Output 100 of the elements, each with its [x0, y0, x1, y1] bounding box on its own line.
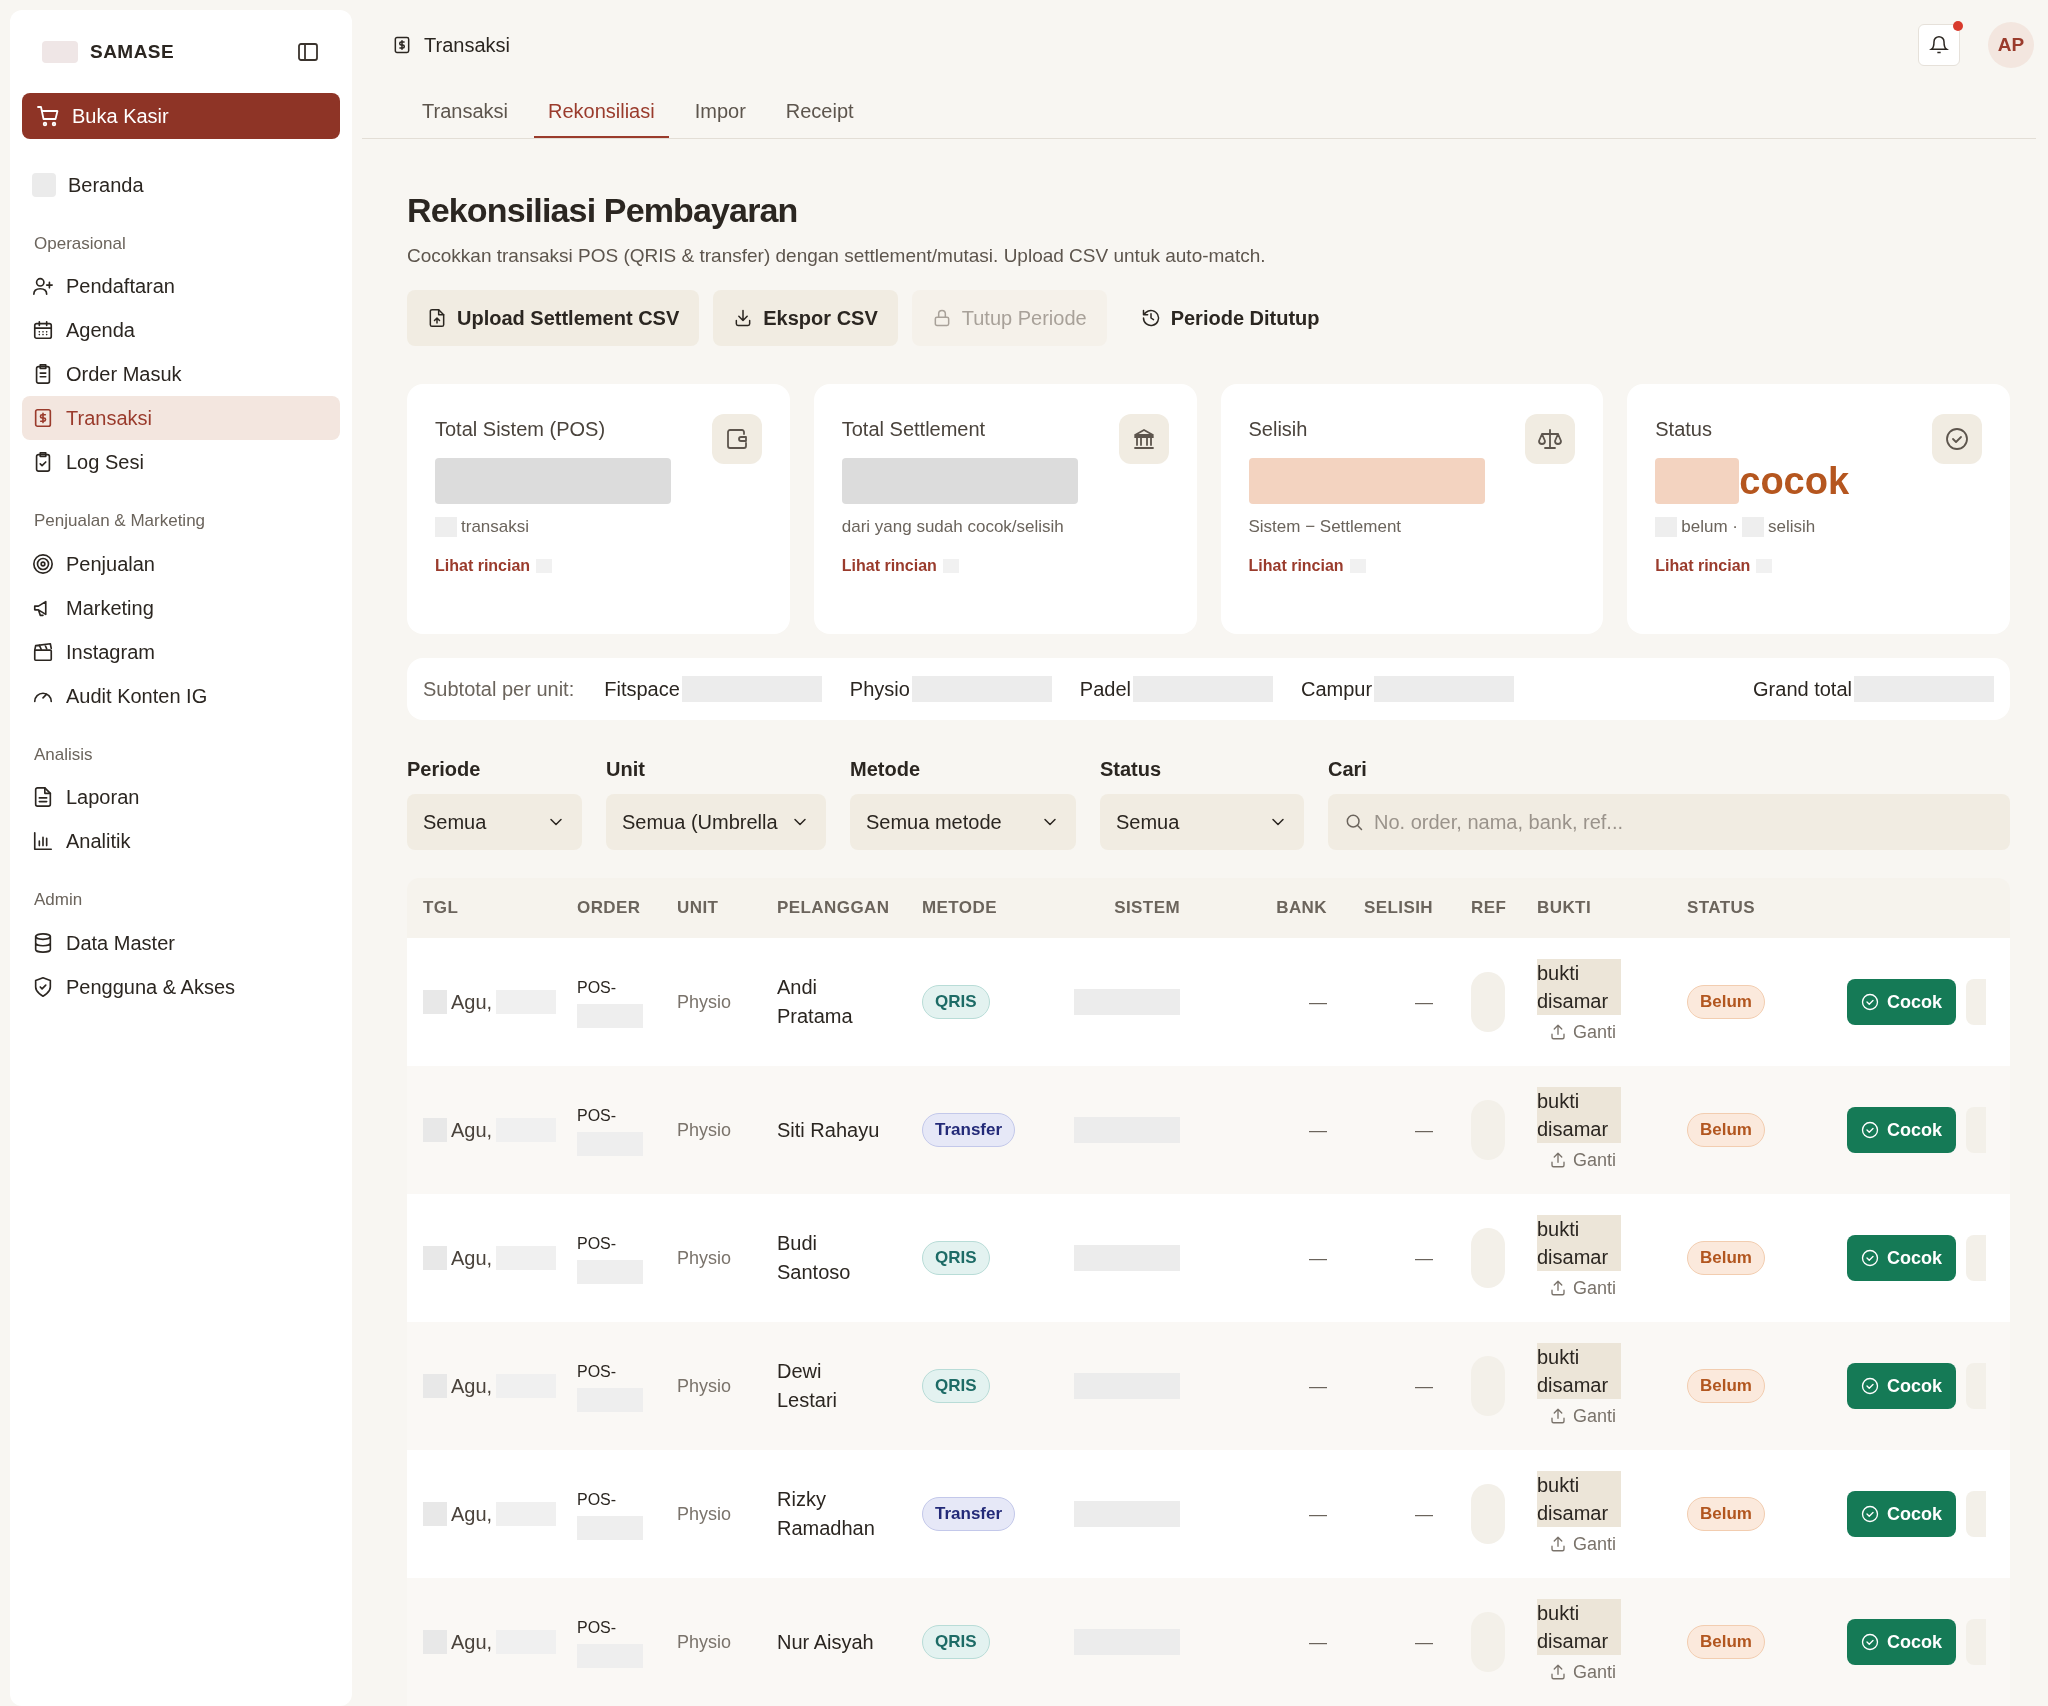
sidebar-item[interactable]: Penjualan	[22, 541, 340, 586]
check-circle-icon	[1861, 1633, 1879, 1651]
unit-label: Padel	[1079, 677, 1131, 702]
tab[interactable]: Rekonsiliasi	[533, 85, 669, 138]
replace-button[interactable]: Ganti	[1537, 1658, 1617, 1686]
open-cashier-button[interactable]: Buka Kasir	[22, 92, 340, 139]
bell-icon	[1929, 34, 1949, 55]
table-row[interactable]: Agu, POS- Physio Andi Pratama QRIS — — bukti disamar Ganti Belum Cocok	[407, 938, 2010, 1066]
replace-button[interactable]: Ganti	[1537, 1402, 1617, 1430]
unit-label: Campur	[1301, 677, 1373, 702]
sidebar-item[interactable]: Beranda	[22, 162, 340, 207]
section-heading: Analisis	[33, 743, 94, 766]
action-button[interactable]: Periode Ditutup	[1120, 290, 1340, 346]
sidebar-item[interactable]: Marketing	[22, 585, 340, 630]
difference-cell-text: —	[1414, 990, 1434, 1014]
tab[interactable]: Transaksi	[408, 85, 522, 138]
sidebar-item[interactable]: Log Sesi	[22, 440, 340, 484]
method-badge: QRIS	[922, 985, 990, 1019]
card-title: Total Sistem (POS)	[435, 417, 606, 442]
broken-image-placeholder: bukti disamar	[1537, 1598, 1621, 1655]
filter-dropdown[interactable]: Semua metode	[850, 794, 1076, 850]
unit-cell-text: Physio	[677, 990, 733, 1014]
details-link[interactable]: Lihat rincian	[841, 553, 937, 578]
sidebar-item[interactable]: Order Masuk	[22, 352, 340, 396]
filter-dropdown[interactable]: Semua	[1100, 794, 1304, 850]
card-caption: selisih	[1767, 516, 1816, 538]
bank-icon	[1131, 427, 1156, 451]
sidebar-item[interactable]: Laporan	[22, 775, 340, 819]
method-badge: QRIS	[922, 1241, 990, 1275]
match-button[interactable]: Cocok	[1847, 1107, 1956, 1153]
filter-label: Unit	[606, 757, 646, 782]
method-badge: QRIS	[922, 1625, 990, 1659]
difference-cell-text: —	[1414, 1246, 1434, 1270]
match-button[interactable]: Cocok	[1847, 1235, 1956, 1281]
sidebar-item[interactable]: Agenda	[22, 308, 340, 352]
filter-dropdown[interactable]: Semua	[407, 794, 582, 850]
upload-icon	[1549, 1279, 1567, 1297]
unit-cell-text: Physio	[677, 1374, 733, 1398]
table-row[interactable]: Agu, POS- Physio Budi Santoso QRIS — — bukti disamar Ganti Belum Cocok	[407, 1194, 2010, 1322]
upload-icon	[1549, 1151, 1567, 1169]
notification-button[interactable]	[1918, 23, 1960, 66]
card-title: Total Settlement	[841, 417, 986, 442]
sidebar-item[interactable]: Pengguna & Akses	[22, 964, 340, 1009]
table-row[interactable]: Agu, POS- Physio Rizky Ramadhan Transfer — — bukti disamar Ganti Belum Cocok	[407, 1450, 2010, 1578]
order-cell-text: POS-	[577, 1362, 618, 1382]
customer-cell-text: Siti Rahayu	[777, 1117, 881, 1143]
match-button[interactable]: Cocok	[1847, 1363, 1956, 1409]
unit-label: Fitspace	[604, 677, 680, 702]
cart-icon	[36, 103, 60, 128]
unit-cell-text: Physio	[677, 1246, 733, 1270]
status-badge: Belum	[1687, 1369, 1765, 1403]
check-circle-icon	[1945, 427, 1969, 451]
unit-cell-text: Physio	[677, 1502, 733, 1526]
replace-button[interactable]: Ganti	[1537, 1274, 1617, 1302]
subtotal-label: Subtotal per unit:	[423, 677, 575, 702]
tab[interactable]: Receipt	[771, 85, 868, 138]
sidebar-item[interactable]: Audit Konten IG	[22, 673, 340, 718]
sidebar-item[interactable]: Pendaftaran	[22, 264, 340, 308]
replace-button[interactable]: Ganti	[1537, 1530, 1617, 1558]
date-cell-text: Agu,	[451, 1502, 493, 1527]
page-title: Rekonsiliasi Pembayaran	[407, 189, 799, 231]
user-plus-icon	[32, 275, 54, 297]
broken-image-placeholder: bukti disamar	[1537, 1470, 1621, 1527]
details-link[interactable]: Lihat rincian	[435, 553, 531, 578]
sidebar-item[interactable]: Transaksi	[22, 396, 340, 440]
method-badge: Transfer	[922, 1113, 1016, 1147]
column-header: REF	[1470, 897, 1508, 920]
details-link[interactable]: Lihat rincian	[1248, 553, 1344, 578]
customer-cell-text: Rizky Ramadhan	[777, 1487, 876, 1541]
card-caption: dari yang sudah cocok/selisih	[841, 516, 1064, 538]
customer-cell-text: Andi Pratama	[777, 975, 854, 1029]
action-button[interactable]: Ekspor CSV	[713, 290, 898, 346]
clapperboard-icon	[32, 640, 54, 663]
match-button[interactable]: Cocok	[1847, 1619, 1956, 1665]
unit-cell-text: Physio	[677, 1630, 733, 1654]
tab[interactable]: Impor	[680, 85, 760, 138]
match-button[interactable]: Cocok	[1847, 979, 1956, 1025]
check-circle-icon	[1861, 1121, 1879, 1139]
details-link[interactable]: Lihat rincian	[1655, 553, 1751, 578]
check-circle-icon	[1861, 1249, 1879, 1267]
match-button[interactable]: Cocok	[1847, 1491, 1956, 1537]
replace-button[interactable]: Ganti	[1537, 1018, 1617, 1046]
receipt-icon	[32, 407, 54, 429]
search-field[interactable]: No. order, nama, bank, ref...	[1328, 794, 2010, 850]
sidebar-item[interactable]: Analitik	[22, 819, 340, 863]
brand-name: SAMASE	[90, 40, 175, 64]
unit-cell-text: Physio	[677, 1118, 733, 1142]
replace-button[interactable]: Ganti	[1537, 1146, 1617, 1174]
bank-cell-text: —	[1308, 990, 1328, 1014]
scale-icon	[1538, 427, 1563, 451]
sidebar-item[interactable]: Data Master	[22, 920, 340, 965]
upload-icon	[1549, 1023, 1567, 1041]
column-header: ORDER	[577, 897, 642, 920]
bar-chart-icon	[32, 830, 54, 852]
status-badge: Belum	[1687, 1241, 1765, 1275]
filter-dropdown[interactable]: Semua (Umbrella	[606, 794, 826, 850]
user-avatar[interactable]: AP	[1988, 21, 2034, 68]
sidebar-item[interactable]: Instagram	[22, 629, 340, 674]
column-header: BUKTI	[1536, 897, 1593, 920]
action-button[interactable]: Upload Settlement CSV	[407, 290, 700, 346]
